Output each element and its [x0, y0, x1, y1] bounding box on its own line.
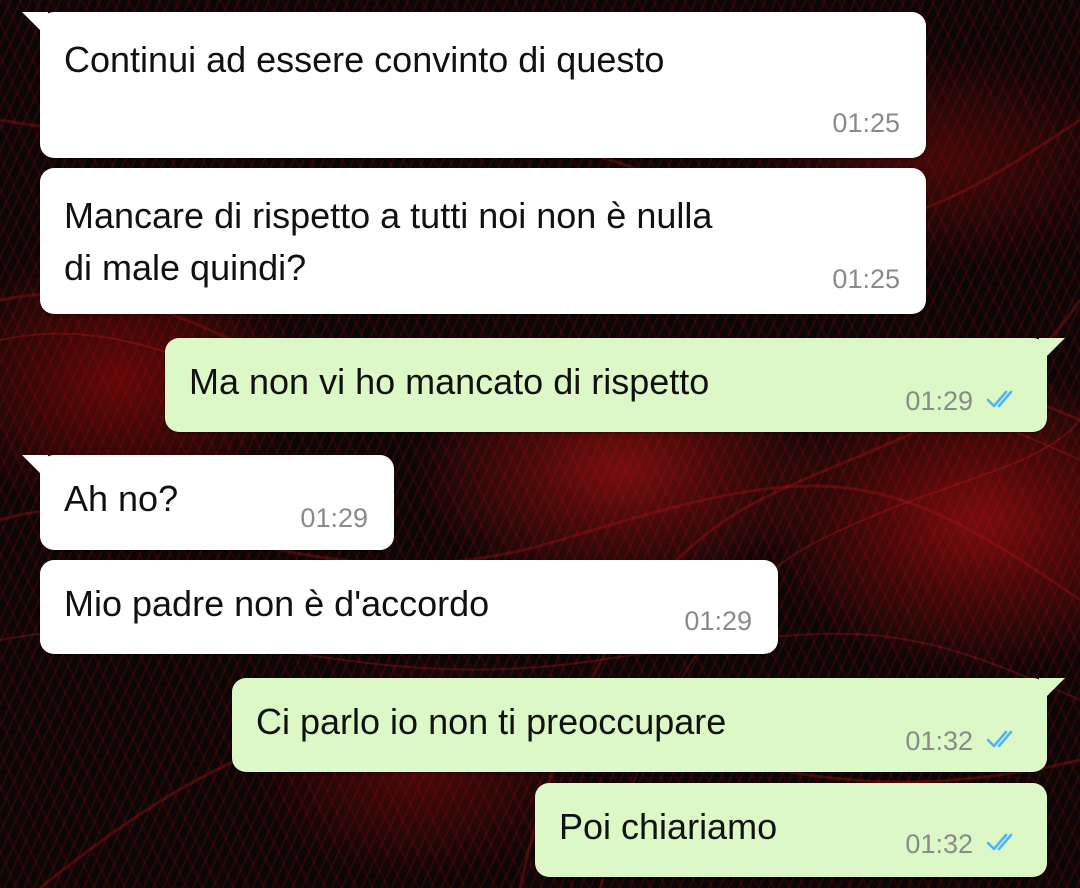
- message-bubble-incoming[interactable]: Continui ad essere convinto di questo 01…: [22, 12, 926, 158]
- message-text: Ah no?: [64, 478, 179, 519]
- message-timestamp: 01:29: [905, 386, 973, 416]
- message-timestamp: 01:29: [300, 503, 368, 533]
- message-text: Mio padre non è d'accordo: [64, 583, 490, 624]
- bubble-tail: [22, 455, 48, 481]
- message-text: Continui ad essere convinto di questo: [64, 39, 665, 80]
- message-bubble-outgoing[interactable]: Ci parlo io non ti preoccupare 01:32: [232, 678, 1065, 772]
- double-check-icon: [986, 833, 1013, 851]
- message-timestamp: 01:25: [832, 264, 900, 294]
- message-timestamp: 01:32: [905, 726, 973, 756]
- message-text: Poi chiariamo: [559, 806, 778, 847]
- message-text: Ci parlo io non ti preoccupare: [256, 701, 727, 742]
- message-bubble-incoming[interactable]: Mio padre non è d'accordo 01:29: [40, 560, 778, 654]
- message-bubble-outgoing[interactable]: Ma non vi ho mancato di rispetto 01:29: [165, 338, 1065, 432]
- double-check-icon: [986, 390, 1013, 408]
- bubble-tail: [1039, 338, 1065, 364]
- message-timestamp: 01:25: [832, 108, 900, 138]
- message-bubble-incoming[interactable]: Mancare di rispetto a tutti noi non è nu…: [40, 168, 926, 314]
- message-bubble-incoming[interactable]: Ah no? 01:29: [22, 455, 394, 550]
- bubble-tail: [22, 12, 48, 38]
- message-timestamp: 01:29: [684, 606, 752, 636]
- double-check-icon: [986, 730, 1013, 748]
- bubble-tail: [1039, 678, 1065, 704]
- message-bubble-outgoing[interactable]: Poi chiariamo 01:32: [535, 783, 1047, 877]
- message-text: Ma non vi ho mancato di rispetto: [189, 361, 710, 402]
- message-timestamp: 01:32: [905, 829, 973, 859]
- message-text: Mancare di rispetto a tutti noi non è nu…: [64, 195, 713, 288]
